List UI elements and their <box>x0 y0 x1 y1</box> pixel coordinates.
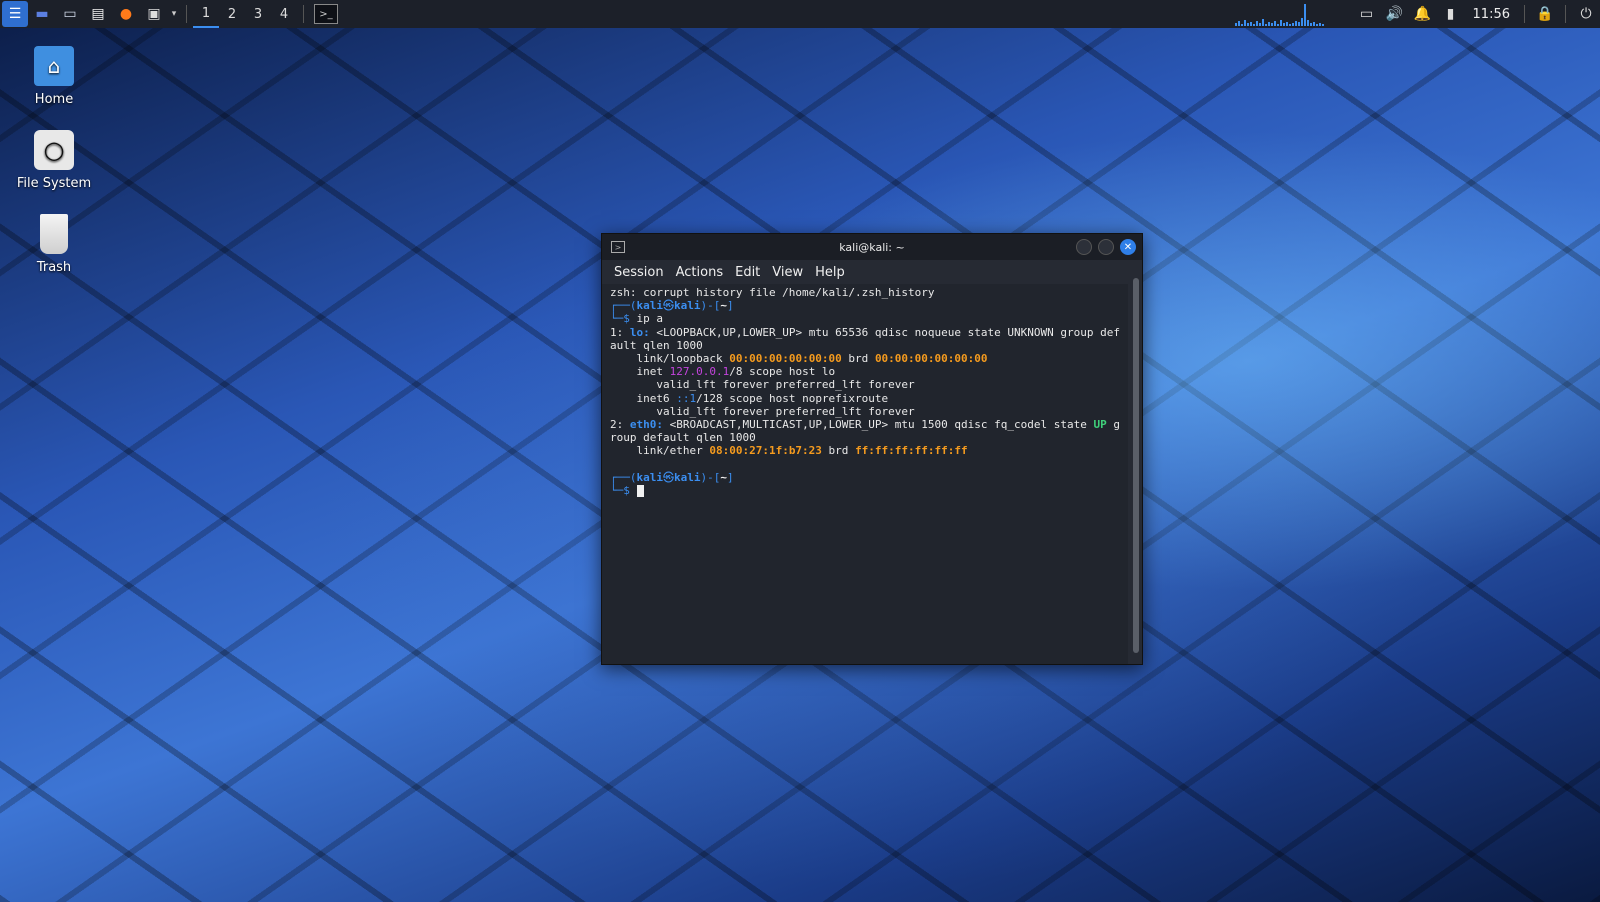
menu-help[interactable]: Help <box>809 265 851 280</box>
desktop-icon-label: Home <box>34 92 74 107</box>
desktop-icon-trash[interactable]: Trash <box>14 214 94 275</box>
menu-actions[interactable]: Actions <box>670 265 730 280</box>
text-editor-icon[interactable]: ▤ <box>84 0 112 28</box>
top-panel: ☰ ▬ ▭ ▤ ● ▣ ▾ 1 2 3 4 >_ ▭ 🔊 🔔 ▮ 11:56 🔒… <box>0 0 1600 28</box>
prompt-line-1: ┌──(kali㉿kali)-[~] <box>610 299 734 313</box>
terminal-window[interactable]: > kali@kali: ~ ✕ Session Actions Edit Vi… <box>601 233 1143 665</box>
volume-icon[interactable]: 🔊 <box>1381 0 1409 28</box>
output-line: valid_lft forever preferred_lft forever <box>610 378 915 392</box>
output-line: 1: lo: <LOOPBACK,UP,LOWER_UP> mtu 65536 … <box>610 325 1120 339</box>
panel-separator <box>1565 5 1566 23</box>
panel-separator <box>186 5 187 23</box>
minimize-button[interactable] <box>1076 239 1092 255</box>
show-desktop-icon[interactable]: ▬ <box>28 0 56 28</box>
panel-separator <box>1524 5 1525 23</box>
power-icon[interactable]: ⏻ <box>1572 0 1600 28</box>
workspace-2[interactable]: 2 <box>219 0 245 28</box>
panel-separator <box>303 5 304 23</box>
workspace-3[interactable]: 3 <box>245 0 271 28</box>
terminal-dropdown-icon[interactable]: ▾ <box>168 0 180 28</box>
panel-clock[interactable]: 11:56 <box>1465 7 1518 22</box>
prompt-line-2: └─$ <box>610 312 637 326</box>
kali-menu-icon[interactable]: ☰ <box>2 1 28 27</box>
command-text: ip a <box>636 312 664 326</box>
maximize-button[interactable] <box>1098 239 1114 255</box>
drive-icon: ○ <box>34 130 74 170</box>
output-line: inet6 ::1/128 scope host noprefixroute <box>610 391 889 405</box>
desktop-icon-home[interactable]: ⌂ Home <box>14 46 94 107</box>
prompt-line-2: └─$ <box>610 484 637 498</box>
output-line: ault qlen 1000 <box>610 338 703 352</box>
scrollbar[interactable] <box>1133 278 1139 653</box>
workspace-1[interactable]: 1 <box>193 0 219 28</box>
desktop-icon-label: Trash <box>36 260 72 275</box>
file-manager-icon[interactable]: ▭ <box>56 0 84 28</box>
terminal-output[interactable]: zsh: corrupt history file /home/kali/.zs… <box>602 284 1128 664</box>
notification-icon[interactable]: 🔔 <box>1409 0 1437 28</box>
text-cursor <box>636 485 644 498</box>
menu-view[interactable]: View <box>766 265 809 280</box>
desktop-icon-file-system[interactable]: ○ File System <box>14 130 94 191</box>
home-folder-icon: ⌂ <box>34 46 74 86</box>
window-title: kali@kali: ~ <box>839 240 905 254</box>
desktop-icon-label: File System <box>16 176 92 191</box>
terminal-menubar: Session Actions Edit View Help <box>602 260 1142 284</box>
window-titlebar[interactable]: > kali@kali: ~ ✕ <box>602 234 1142 260</box>
output-line: inet 127.0.0.1/8 scope host lo <box>610 365 836 379</box>
close-button[interactable]: ✕ <box>1120 239 1136 255</box>
firefox-icon[interactable]: ● <box>112 0 140 28</box>
lock-icon[interactable]: 🔒 <box>1531 0 1559 28</box>
workspace-4[interactable]: 4 <box>271 0 297 28</box>
terminal-icon[interactable]: ▣ <box>140 0 168 28</box>
screen-icon[interactable]: ▭ <box>1353 0 1381 28</box>
network-graph <box>1234 2 1345 26</box>
menu-edit[interactable]: Edit <box>729 265 766 280</box>
history-warning: zsh: corrupt history file /home/kali/.zs… <box>610 286 935 299</box>
battery-icon[interactable]: ▮ <box>1437 0 1465 28</box>
trash-icon <box>40 214 68 254</box>
output-line: valid_lft forever preferred_lft forever <box>610 404 915 418</box>
menu-session[interactable]: Session <box>608 265 670 280</box>
task-terminal-icon[interactable]: >_ <box>314 4 338 24</box>
output-line: roup default qlen 1000 <box>610 431 756 445</box>
prompt-line-1: ┌──(kali㉿kali)-[~] <box>610 470 734 484</box>
output-line: link/ether 08:00:27:1f:b7:23 brd ff:ff:f… <box>610 444 968 458</box>
output-line: link/loopback 00:00:00:00:00:00 brd 00:0… <box>610 352 988 366</box>
output-line: 2: eth0: <BROADCAST,MULTICAST,UP,LOWER_U… <box>610 418 1120 432</box>
